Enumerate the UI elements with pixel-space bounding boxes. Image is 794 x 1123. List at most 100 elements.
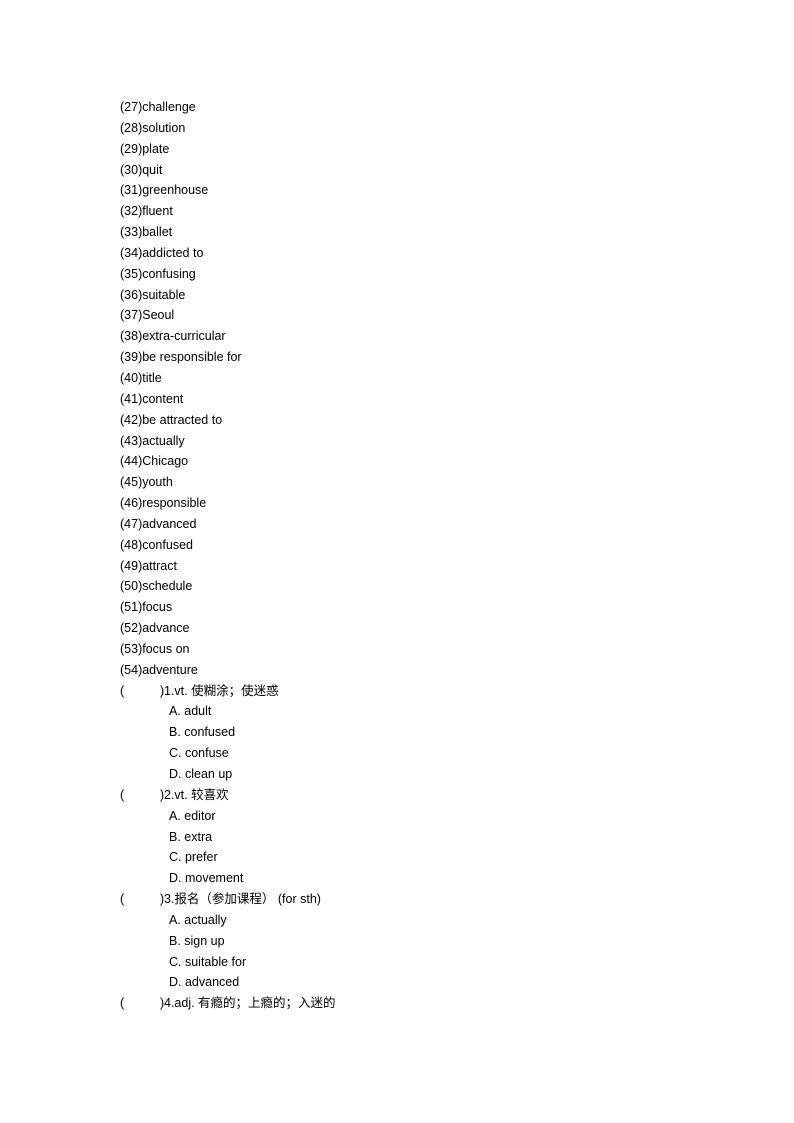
vocab-word: solution — [142, 120, 186, 135]
vocab-word: challenge — [142, 100, 196, 114]
vocab-word: be responsible for — [142, 350, 242, 365]
vocab-item: (36)suitable — [120, 285, 246, 306]
vocab-number: (48) — [120, 537, 143, 552]
vocab-number: (31) — [120, 183, 143, 198]
vocab-number: (40) — [120, 370, 143, 385]
vocab-item: (33)ballet — [120, 222, 246, 243]
vocab-word: title — [142, 370, 162, 385]
vocab-item: (37)Seoul — [120, 305, 246, 326]
vocab-number: (54) — [120, 662, 143, 677]
vocab-item: (45)youth — [120, 472, 246, 493]
question-stem-line: () 2.vt. 较喜欢 — [120, 785, 246, 806]
vocab-item: (51)focus — [120, 597, 246, 618]
vocab-number: (28) — [120, 120, 143, 135]
vocab-item: (35)confusing — [120, 264, 246, 285]
vocab-item: (47)advanced — [120, 514, 246, 535]
vocab-number: (45) — [120, 475, 143, 490]
vocab-number: (30) — [120, 162, 143, 177]
vocab-word: Chicago — [142, 454, 189, 469]
vocab-number: (35) — [120, 266, 143, 281]
vocab-word: quit — [142, 162, 163, 177]
question-stem: 1.vt. 使糊涂；使迷惑 — [164, 683, 279, 698]
vocab-word: adventure — [142, 662, 198, 677]
vocab-item: (29)plate — [120, 139, 246, 160]
vocab-word: plate — [142, 141, 170, 156]
vocab-number: (41) — [120, 391, 143, 406]
vocab-list: (27)challenge (28)solution (29)plate (30)qu… — [120, 97, 246, 681]
answer-option: A. editor — [169, 808, 216, 823]
answer-option: C. suitable for — [169, 954, 247, 969]
vocab-number: (39) — [120, 350, 143, 365]
vocab-word: attract — [142, 558, 177, 573]
vocab-word: youth — [142, 475, 173, 490]
answer-option: D. clean up — [169, 767, 233, 781]
vocab-number: (42) — [120, 412, 143, 427]
vocab-item: (48)confused — [120, 535, 246, 556]
vocab-number: (53) — [120, 641, 143, 656]
answer-option: B. confused — [169, 725, 236, 740]
answer-blank-open[interactable]: ( — [120, 889, 124, 910]
question-stem: 2.vt. 较喜欢 — [164, 787, 229, 802]
vocab-item: (27)challenge — [120, 97, 246, 118]
vocab-number: (52) — [120, 621, 143, 636]
vocab-word: confused — [142, 537, 193, 552]
answer-option: C. confuse — [169, 746, 229, 761]
vocab-number: (50) — [120, 579, 143, 594]
question-stem-line: () 3.报名（参加课程） (for sth) — [120, 889, 321, 910]
question-stem: 3.报名（参加课程） (for sth) — [164, 892, 321, 907]
vocab-number: (33) — [120, 225, 143, 240]
vocab-word: Seoul — [142, 308, 175, 323]
vocab-item: (49)attract — [120, 556, 246, 577]
vocab-word: actually — [142, 433, 185, 448]
vocab-word: focus — [142, 600, 173, 615]
answer-option: A. actually — [169, 912, 227, 927]
vocab-word: extra-curricular — [142, 329, 226, 344]
vocab-number: (43) — [120, 433, 143, 448]
vocab-number: (32) — [120, 204, 143, 219]
vocab-number: (29) — [120, 141, 143, 156]
vocab-item: (46)responsible — [120, 493, 246, 514]
vocab-word: be attracted to — [142, 412, 223, 427]
vocab-number: (38) — [120, 329, 143, 344]
vocab-item: (53)focus on — [120, 639, 246, 660]
vocab-item: (39)be responsible for — [120, 347, 246, 368]
answer-blank-open[interactable]: ( — [120, 681, 124, 702]
vocab-number: (44) — [120, 454, 143, 469]
vocab-word: responsible — [142, 496, 207, 511]
answer-option: B. sign up — [169, 933, 225, 948]
vocab-item: (38)extra-curricular — [120, 326, 246, 347]
answer-blank-open[interactable]: ( — [120, 993, 124, 1014]
vocab-number: (47) — [120, 516, 143, 531]
question-stem: 4.adj. 有瘾的；上瘾的；入迷的 — [164, 996, 336, 1011]
vocab-item: (34)addicted to — [120, 243, 246, 264]
answer-blank-open[interactable]: ( — [120, 785, 124, 806]
question-list: () 1.vt. 使糊涂；使迷惑 A. adult B. confused C. con… — [120, 681, 336, 1015]
vocab-item: (30)quit — [120, 160, 246, 181]
answer-option: C. prefer — [169, 850, 218, 865]
vocab-word: greenhouse — [142, 183, 209, 198]
vocab-number: (34) — [120, 245, 143, 260]
vocab-number: (51) — [120, 600, 143, 615]
vocab-word: focus on — [142, 641, 190, 656]
vocab-item: (50)schedule — [120, 576, 246, 597]
vocab-word: confusing — [142, 266, 196, 281]
vocab-item: (31)greenhouse — [120, 180, 246, 201]
vocab-item: (28)solution — [120, 118, 246, 139]
vocab-item: (52)advance — [120, 618, 246, 639]
vocab-item: (40)title — [120, 368, 246, 389]
vocab-word: fluent — [142, 204, 173, 219]
vocab-item: (54)adventure — [120, 660, 246, 681]
vocab-item: (32)fluent — [120, 201, 246, 222]
vocab-word: advance — [142, 621, 190, 636]
document-page: (27)challenge (28)solution (29)plate (30)qu… — [120, 97, 336, 1015]
answer-option: D. movement — [169, 871, 244, 886]
vocab-item: (41)content — [120, 389, 246, 410]
vocab-word: advanced — [142, 516, 197, 531]
vocab-number: (37) — [120, 308, 143, 323]
vocab-item: (43)actually — [120, 431, 246, 452]
vocab-item: (44)Chicago — [120, 451, 246, 472]
vocab-word: addicted to — [142, 245, 204, 260]
vocab-number: (27) — [120, 100, 143, 114]
vocab-word: ballet — [142, 225, 173, 240]
answer-option: D. advanced — [169, 975, 240, 990]
